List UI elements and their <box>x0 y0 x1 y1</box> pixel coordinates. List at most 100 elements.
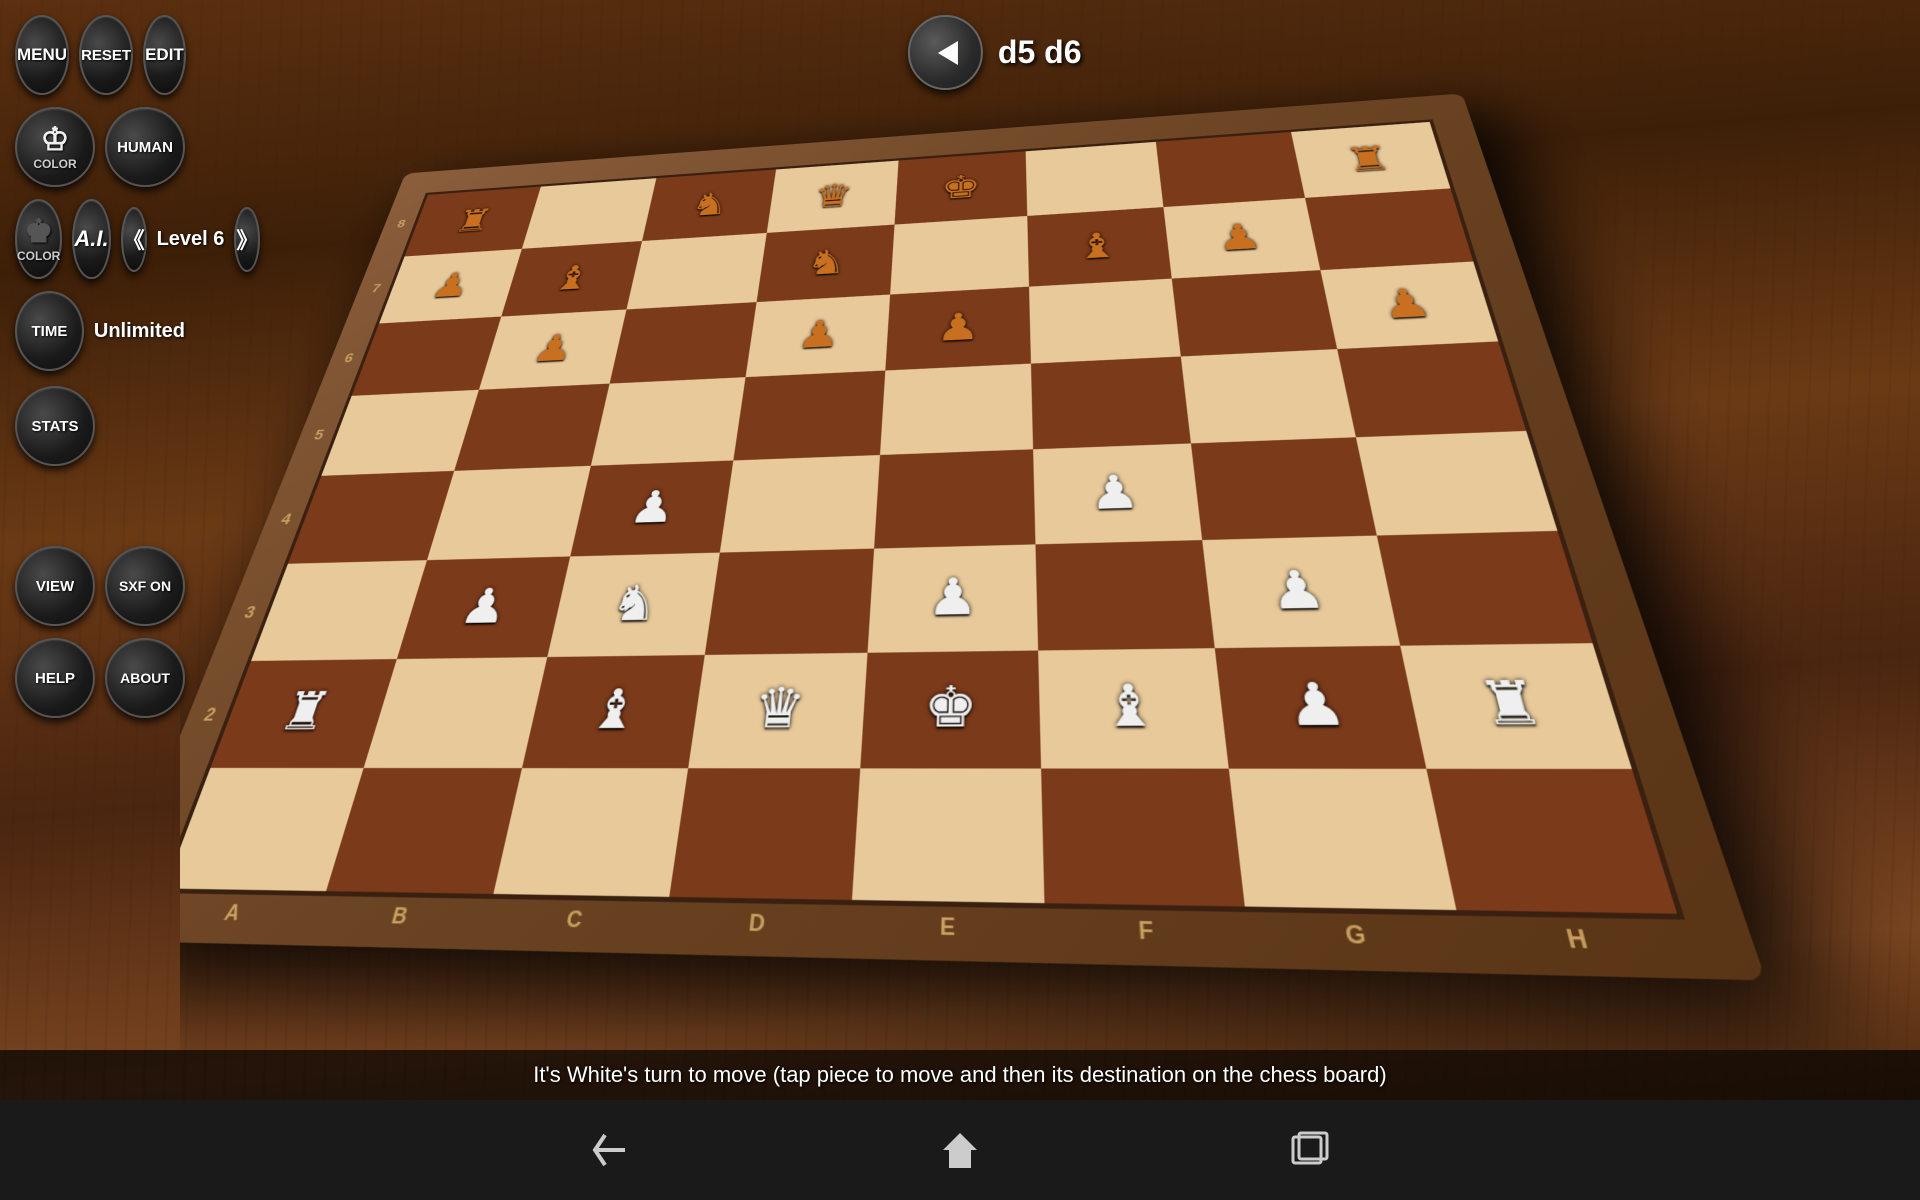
square-h3[interactable] <box>1376 531 1592 646</box>
square-h4[interactable] <box>1355 431 1557 535</box>
about-button[interactable]: ABOUT <box>105 638 185 718</box>
square-f5[interactable] <box>1030 357 1190 450</box>
square-b5[interactable] <box>454 384 610 471</box>
square-e5[interactable] <box>880 364 1033 455</box>
square-a7[interactable]: ♟ <box>379 249 521 323</box>
square-d1[interactable] <box>669 769 861 900</box>
home-nav-icon <box>935 1125 985 1175</box>
file-e: E <box>939 913 955 947</box>
square-f8[interactable] <box>1025 142 1163 216</box>
square-d2[interactable]: ♛ <box>688 652 868 768</box>
edit-button[interactable]: EDIT <box>143 15 186 95</box>
rank-8: 8 <box>390 217 413 230</box>
rank-4: 4 <box>272 511 301 529</box>
undo-move-button[interactable] <box>908 15 983 90</box>
square-b3[interactable]: ♟ <box>397 556 571 658</box>
home-nav-button[interactable] <box>935 1125 985 1175</box>
time-button[interactable]: TIME <box>15 291 84 371</box>
square-b6[interactable]: ♟ <box>478 309 626 390</box>
chess-board-3d[interactable]: 8 7 6 5 4 3 2 1 A B C D E F G H <box>180 93 1766 980</box>
chess-board-area[interactable]: 8 7 6 5 4 3 2 1 A B C D E F G H <box>180 10 1920 1050</box>
navigation-bar <box>0 1100 1920 1200</box>
square-g6[interactable] <box>1172 270 1337 357</box>
square-h2[interactable]: ♜ <box>1399 643 1632 770</box>
square-c4[interactable]: ♟ <box>570 460 733 556</box>
square-g5[interactable] <box>1181 349 1356 443</box>
color1-row: ♔ COLOR HUMAN <box>15 107 185 187</box>
square-e7[interactable] <box>890 216 1028 294</box>
square-d7[interactable]: ♞ <box>756 224 894 301</box>
file-c: C <box>563 907 584 939</box>
square-f2[interactable]: ♝ <box>1038 648 1229 769</box>
square-c3[interactable]: ♞ <box>547 552 719 656</box>
human-button[interactable]: HUMAN <box>105 107 185 187</box>
square-c5[interactable] <box>591 377 745 465</box>
square-f4[interactable]: ♟ <box>1033 443 1203 544</box>
square-c1[interactable] <box>493 768 687 896</box>
square-e6[interactable]: ♟ <box>885 286 1030 370</box>
top-controls-row: MENU RESET EDIT <box>15 15 185 95</box>
color1-button[interactable]: ♔ COLOR <box>15 107 95 187</box>
undo-arrow-icon <box>925 33 965 73</box>
view-row: VIEW SXF ON <box>15 546 185 626</box>
square-c8[interactable]: ♞ <box>642 170 776 241</box>
square-h6[interactable]: ♟ <box>1320 261 1498 349</box>
square-f1[interactable] <box>1040 769 1244 907</box>
white-king-icon: ♔ <box>41 123 70 155</box>
reset-button[interactable]: RESET <box>79 15 133 95</box>
square-a6[interactable] <box>352 316 501 396</box>
square-e8[interactable]: ♚ <box>895 151 1027 224</box>
square-g1[interactable] <box>1229 769 1456 910</box>
color2-button[interactable]: ♚ COLOR <box>15 199 62 279</box>
square-e2[interactable]: ♚ <box>860 650 1040 769</box>
back-nav-icon <box>585 1125 635 1175</box>
color2-row: ♚ COLOR A.I. 《 Level 6 》 <box>15 199 185 279</box>
square-c6[interactable] <box>610 302 757 384</box>
square-c7[interactable] <box>627 233 767 309</box>
square-f7[interactable]: ♝ <box>1027 207 1172 286</box>
square-b8[interactable] <box>522 178 657 249</box>
square-g3[interactable]: ♟ <box>1202 535 1399 647</box>
square-h8[interactable]: ♜ <box>1291 122 1451 198</box>
recent-apps-nav-icon <box>1285 1125 1335 1175</box>
square-d5[interactable] <box>733 371 885 461</box>
sxf-button[interactable]: SXF ON <box>105 546 185 626</box>
square-a8[interactable]: ♜ <box>405 187 541 257</box>
rank-7: 7 <box>364 281 388 295</box>
board-outer-frame: 8 7 6 5 4 3 2 1 A B C D E F G H <box>180 93 1766 980</box>
square-d4[interactable] <box>719 455 880 552</box>
square-g2[interactable]: ♟ <box>1215 645 1426 769</box>
file-g: G <box>1343 921 1369 957</box>
stats-row: STATS <box>15 386 185 466</box>
time-value-display: Unlimited <box>94 320 185 343</box>
recent-apps-nav-button[interactable] <box>1285 1125 1335 1175</box>
square-d3[interactable] <box>704 548 874 654</box>
square-f3[interactable] <box>1035 540 1215 650</box>
view-button[interactable]: VIEW <box>15 546 95 626</box>
square-h1[interactable] <box>1426 769 1677 914</box>
board-grid[interactable]: ♜ ♞ ♛ ♚ ♜ ♟ ♝ ♞ ♝ ♟ ♟ <box>180 119 1685 919</box>
square-d8[interactable]: ♛ <box>766 161 898 233</box>
square-e4[interactable] <box>874 449 1035 548</box>
square-h5[interactable] <box>1337 342 1527 438</box>
menu-button[interactable]: MENU <box>15 15 69 95</box>
square-f6[interactable] <box>1029 278 1181 364</box>
help-button[interactable]: HELP <box>15 638 95 718</box>
prev-level-button[interactable]: 《 <box>121 207 147 272</box>
square-g7[interactable]: ♟ <box>1163 198 1319 278</box>
square-c2[interactable]: ♝ <box>522 654 704 768</box>
square-b4[interactable] <box>427 466 591 560</box>
square-e1[interactable] <box>852 769 1044 903</box>
last-move-display: d5 d6 <box>998 34 1082 71</box>
ai-button[interactable]: A.I. <box>72 199 110 279</box>
file-a: A <box>219 900 243 931</box>
square-a5[interactable] <box>321 390 478 476</box>
square-d6[interactable]: ♟ <box>745 294 890 377</box>
square-b7[interactable]: ♝ <box>501 241 642 316</box>
stats-button[interactable]: STATS <box>15 386 95 466</box>
square-e3[interactable]: ♟ <box>868 544 1038 652</box>
square-h7[interactable] <box>1305 188 1474 270</box>
square-g4[interactable] <box>1191 437 1376 540</box>
square-g8[interactable] <box>1156 132 1305 207</box>
back-nav-button[interactable] <box>585 1125 635 1175</box>
